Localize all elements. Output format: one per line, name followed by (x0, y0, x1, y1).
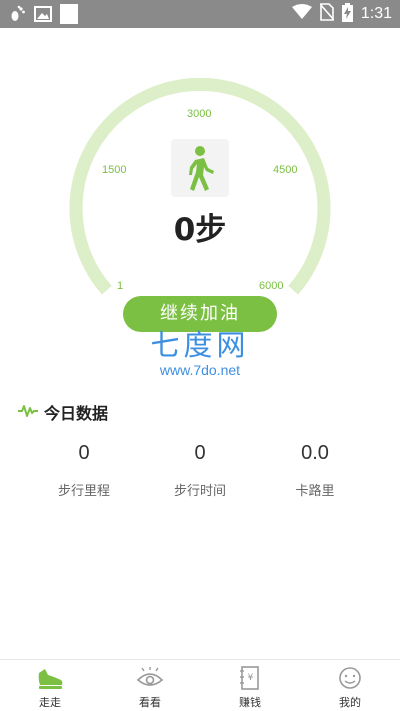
nav-label-watch: 看看 (139, 696, 161, 709)
eye-icon (136, 665, 164, 691)
no-sim-icon (319, 3, 335, 25)
nav-item-mine[interactable]: 我的 (300, 660, 400, 711)
watermark-url: www.7do.net (159, 362, 241, 378)
shoe-icon (36, 665, 64, 691)
battery-charging-icon (341, 2, 353, 26)
wifi-icon (291, 4, 312, 24)
walking-person-icon (171, 139, 229, 197)
stat-distance-label: 步行里程 (57, 484, 110, 499)
watermark-brand: 七度网 (150, 328, 250, 362)
gauge-tick-6000: 6000 (259, 280, 284, 292)
svg-text:¥: ¥ (248, 673, 254, 683)
image-icon (34, 6, 52, 26)
stat-time-value: 0 (194, 442, 206, 464)
money-book-icon: ¥ (236, 665, 264, 691)
nav-label-mine: 我的 (339, 696, 361, 709)
nav-item-watch[interactable]: 看看 (100, 660, 200, 711)
stat-calories-value: 0.0 (301, 442, 329, 464)
blank-notification-icon (60, 4, 78, 28)
watermark: 七度网 www.7do.net (145, 328, 255, 378)
status-bar: 1:31 (0, 0, 400, 28)
gauge-tick-1500: 1500 (102, 164, 127, 176)
gauge-tick-4500: 4500 (273, 164, 298, 176)
gauge-tick-3000: 3000 (187, 108, 212, 120)
stat-distance: 0 步行里程 (24, 440, 144, 499)
nav-label-walk: 走走 (39, 696, 61, 709)
smiley-icon (336, 665, 364, 691)
gauge-tick-1: 1 (117, 280, 124, 292)
footprint-icon (10, 5, 26, 27)
stat-calories: 0.0 卡路里 (255, 440, 375, 499)
continue-button[interactable]: 继续加油 (123, 296, 277, 332)
stat-time-label: 步行时间 (173, 484, 226, 499)
today-section-header: 今日数据 (18, 400, 108, 424)
nav-item-earn[interactable]: ¥ 赚钱 (200, 660, 300, 711)
today-title: 今日数据 (44, 404, 109, 423)
nav-item-walk[interactable]: 走走 (0, 660, 100, 711)
pulse-icon (18, 403, 38, 422)
step-count: 0步 (173, 212, 227, 248)
status-time: 1:31 (360, 5, 392, 22)
nav-label-earn: 赚钱 (239, 696, 261, 709)
bottom-nav: 走走 看看 ¥ 赚钱 我的 (0, 659, 400, 711)
stat-calories-label: 卡路里 (295, 484, 335, 499)
stat-distance-value: 0 (78, 442, 90, 464)
stat-time: 0 步行时间 (140, 440, 260, 499)
